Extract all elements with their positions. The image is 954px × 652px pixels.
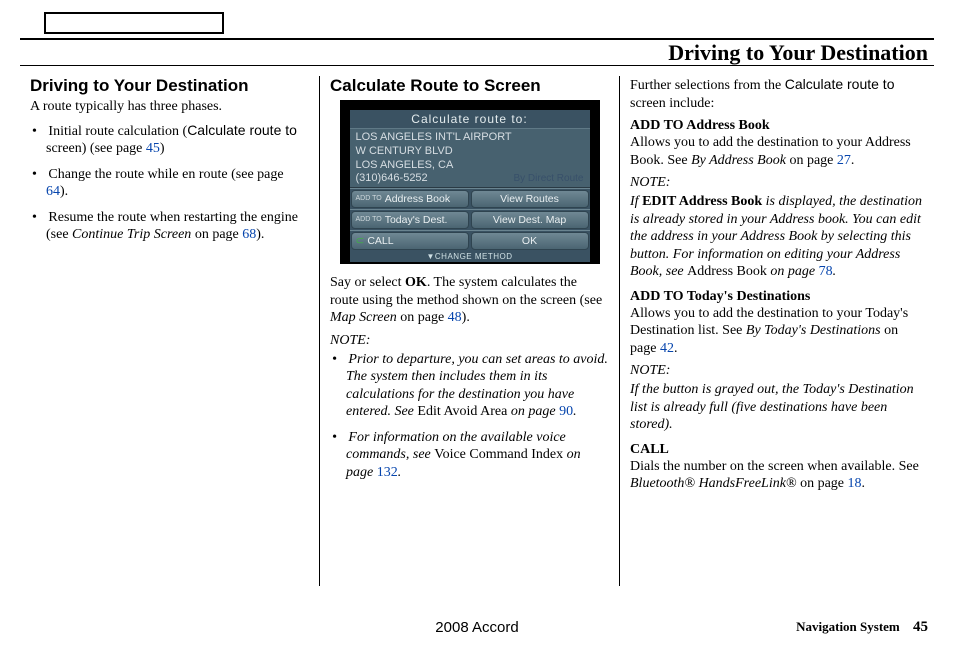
page-link-64[interactable]: 64 [46, 184, 60, 199]
col3-note2: If the button is grayed out, the Today's… [630, 381, 924, 434]
phone-icon: ⊂ [356, 235, 365, 247]
col3-note1: If EDIT Address Book is displayed, the d… [630, 193, 924, 281]
column-1: Driving to Your Destination A route typi… [20, 76, 320, 586]
col2-p1: Say or select OK. The system calculates … [330, 274, 609, 327]
nav-info: LOS ANGELES INT'L AIRPORT W CENTURY BLVD… [350, 129, 590, 188]
page-header: Driving to Your Destination [20, 38, 934, 66]
page-link-68[interactable]: 68 [242, 227, 256, 242]
page-link-132[interactable]: 132 [377, 465, 398, 480]
column-2: Calculate Route to Screen Calculate rout… [320, 76, 620, 586]
page-link-18[interactable]: 18 [848, 476, 862, 491]
page-link-45[interactable]: 45 [146, 141, 160, 156]
col1-intro: A route typically has three phases. [30, 98, 309, 116]
nav-btn-view-routes[interactable]: View Routes [471, 190, 589, 208]
nav-screen-mockup: Calculate route to: LOS ANGELES INT'L AI… [340, 100, 600, 264]
page-title: Driving to Your Destination [668, 40, 928, 66]
col2-note-1: Prior to departure, you can set areas to… [332, 351, 609, 421]
col3-p3: Dials the number on the screen when avai… [630, 458, 924, 493]
col3-p2: Allows you to add the destination to you… [630, 305, 924, 358]
footer-label: Navigation System [796, 619, 900, 634]
nav-line-2: W CENTURY BLVD [356, 145, 584, 159]
col3-note1-label: NOTE: [630, 175, 924, 191]
col1-title: Driving to Your Destination [30, 76, 309, 96]
col3-note2-label: NOTE: [630, 363, 924, 379]
nav-title: Calculate route to: [350, 110, 590, 129]
col1-bullet-2: Change the route while en route (see pag… [32, 166, 309, 201]
col2-note-bullets: Prior to departure, you can set areas to… [330, 351, 609, 482]
page-link-27[interactable]: 27 [837, 153, 851, 168]
footer-model: 2008 Accord [435, 619, 518, 636]
nav-btn-view-dest-map[interactable]: View Dest. Map [471, 211, 589, 229]
col2-note-label: NOTE: [330, 333, 609, 349]
nav-btn-todays-dest[interactable]: ADD TO Today's Dest. [351, 211, 469, 229]
col3-h2: ADD TO Today's Destinations [630, 289, 924, 305]
footer-page: 45 [913, 619, 928, 635]
col3-h1: ADD TO Address Book [630, 118, 924, 134]
col1-bullet-3: Resume the route when restarting the eng… [32, 209, 309, 244]
col1-bullet-1: Initial route calculation (Calculate rou… [32, 122, 309, 158]
col3-p1: Allows you to add the destination to you… [630, 134, 924, 169]
nav-btn-call[interactable]: ⊂ CALL [351, 232, 469, 250]
col3-h3: CALL [630, 442, 924, 458]
content-columns: Driving to Your Destination A route typi… [20, 76, 934, 586]
column-3: Further selections from the Calculate ro… [620, 76, 934, 586]
col3-intro: Further selections from the Calculate ro… [630, 76, 924, 112]
nav-line-1: LOS ANGELES INT'L AIRPORT [356, 131, 584, 145]
page-footer: 2008 Accord Navigation System 45 [20, 619, 934, 636]
footer-right: Navigation System 45 [796, 619, 928, 636]
col2-note-2: For information on the available voice c… [332, 429, 609, 482]
page-link-42[interactable]: 42 [660, 341, 674, 356]
nav-btn-ok[interactable]: OK [471, 232, 589, 250]
page-link-90[interactable]: 90 [559, 404, 573, 419]
col1-bullets: Initial route calculation (Calculate rou… [30, 122, 309, 244]
nav-route-method: By Direct Route [513, 173, 583, 186]
page-link-78[interactable]: 78 [819, 264, 833, 279]
page-link-48[interactable]: 48 [448, 310, 462, 325]
nav-change-method: ▼CHANGE METHOD [350, 251, 590, 262]
top-empty-box [44, 12, 224, 34]
nav-line-3: LOS ANGELES, CA [356, 159, 584, 173]
nav-btn-address-book[interactable]: ADD TO Address Book [351, 190, 469, 208]
col2-title: Calculate Route to Screen [330, 76, 609, 96]
